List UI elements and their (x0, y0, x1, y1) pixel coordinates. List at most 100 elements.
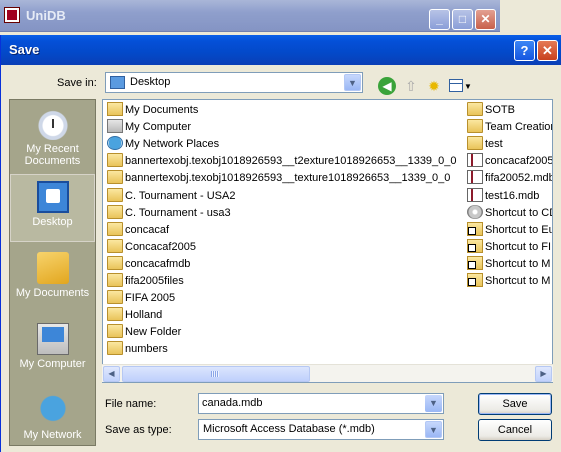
file-name-text: SOTB (485, 104, 515, 116)
place-label: My Network (23, 429, 82, 441)
folder-icon (107, 102, 123, 117)
list-item[interactable]: Shortcut to CD (467, 204, 553, 222)
list-item[interactable]: Shortcut to Eu (467, 221, 553, 239)
up-folder-icon[interactable]: ⇧ (402, 77, 420, 95)
horizontal-scrollbar[interactable]: ◀ ▶ (102, 364, 553, 382)
file-name-text: Shortcut to Eu (485, 223, 553, 236)
background-window-title: UniDB (26, 8, 66, 23)
save-as-type-value: Microsoft Access Database (*.mdb) (203, 423, 375, 435)
list-item[interactable]: concacaf2005 (467, 153, 553, 170)
list-item[interactable]: My Computer (107, 119, 191, 136)
save-in-value: Desktop (130, 76, 171, 88)
place-my-computer[interactable]: My Computer (10, 317, 95, 385)
list-item[interactable]: Shortcut to M (467, 255, 550, 273)
help-button[interactable]: ? (514, 40, 535, 61)
scroll-right-button[interactable]: ▶ (535, 366, 552, 382)
list-item[interactable]: fifa2005files (107, 273, 184, 290)
save-as-type-dropdown[interactable]: Microsoft Access Database (*.mdb) ▼ (198, 419, 444, 440)
file-name-text: Shortcut to M (485, 275, 551, 287)
list-item[interactable]: C. Tournament - USA2 (107, 187, 235, 205)
back-icon[interactable]: ◀ (378, 77, 396, 95)
database-file-icon (467, 187, 483, 202)
file-name-text: test16.mdb (485, 189, 540, 202)
scroll-left-button[interactable]: ◀ (103, 366, 120, 382)
list-item[interactable]: Shortcut to FI (467, 238, 552, 256)
place-my-documents[interactable]: My Documents (10, 246, 95, 314)
shortcut-icon (467, 273, 483, 288)
dialog-title: Save (9, 42, 40, 57)
file-name-text: My Network Places (125, 138, 220, 151)
desktop-background (500, 0, 561, 32)
place-my-network[interactable]: My Network (10, 388, 95, 452)
list-item[interactable]: Concacaf2005 (107, 238, 196, 256)
folder-icon (467, 119, 483, 134)
folder-icon (107, 290, 123, 305)
list-item[interactable]: Holland (107, 307, 162, 324)
desktop-icon (110, 76, 125, 89)
file-name-text: concacaf2005 (485, 155, 553, 168)
place-desktop[interactable]: Desktop (10, 174, 95, 242)
folder-icon (107, 187, 123, 202)
list-item[interactable]: concacafmdb (107, 255, 191, 273)
list-item[interactable]: FIFA 2005 (107, 290, 175, 307)
place-recent-documents[interactable]: My Recent Documents (10, 102, 95, 170)
file-name-text: FIFA 2005 (125, 292, 176, 305)
list-item[interactable]: numbers (107, 341, 168, 358)
shortcut-icon (467, 255, 483, 270)
file-name-value: canada.mdb (202, 397, 263, 409)
file-name-text: numbers (125, 343, 168, 356)
file-name-text: bannertexobj.texobj1018926593__texture10… (125, 172, 451, 185)
file-name-input[interactable]: canada.mdb ▼ (198, 393, 444, 414)
file-name-text: C. Tournament - usa3 (125, 206, 231, 219)
shortcut-icon (467, 221, 483, 236)
minimize-button[interactable]: _ (429, 9, 450, 30)
file-list[interactable]: My Documents My Computer My Network Places… (102, 99, 553, 383)
file-name-text: Team Creation (485, 121, 553, 134)
folder-icon (467, 136, 483, 151)
file-name-text: Shortcut to FI (485, 240, 552, 253)
list-item[interactable]: bannertexobj.texobj1018926593__t2exture1… (107, 153, 457, 170)
file-name-text: fifa20052.mdb (485, 172, 553, 185)
list-item[interactable]: My Network Places (107, 136, 219, 153)
list-item[interactable]: fifa20052.mdb (467, 170, 553, 187)
list-item[interactable]: C. Tournament - usa3 (107, 204, 231, 222)
list-item[interactable]: New Folder (107, 324, 181, 341)
close-icon: ✕ (480, 12, 491, 26)
chevron-down-icon[interactable]: ▼ (425, 395, 442, 412)
chevron-down-icon[interactable]: ▼ (425, 421, 442, 438)
file-name-text: Shortcut to CD (485, 206, 553, 219)
file-name-label: File name: (105, 398, 157, 410)
maximize-button[interactable]: □ (452, 9, 473, 30)
folder-icon (107, 324, 123, 339)
my-computer-icon (36, 323, 69, 355)
file-name-text: bannertexobj.texobj1018926593__t2exture1… (125, 155, 457, 168)
new-folder-icon[interactable]: ✹ (425, 77, 443, 95)
save-button[interactable]: Save (478, 393, 552, 415)
save-in-dropdown[interactable]: Desktop ▼ (105, 72, 363, 93)
database-file-icon (467, 153, 483, 168)
place-label: Desktop (32, 216, 73, 228)
app-icon (4, 7, 20, 23)
list-item[interactable]: test (467, 136, 503, 153)
list-item[interactable]: Team Creation (467, 119, 553, 136)
folder-icon (107, 170, 123, 185)
list-item[interactable]: test16.mdb (467, 187, 540, 205)
background-close-button[interactable]: ✕ (475, 9, 496, 30)
cancel-button[interactable]: Cancel (478, 419, 552, 441)
list-item[interactable]: bannertexobj.texobj1018926593__texture10… (107, 170, 450, 187)
folder-icon (107, 255, 123, 270)
computer-icon (107, 119, 123, 134)
file-name-text: concacafmdb (125, 257, 191, 270)
file-name-text: Concacaf2005 (125, 240, 196, 253)
file-name-text: test (485, 138, 503, 151)
chevron-down-icon[interactable]: ▼ (344, 74, 361, 91)
list-item[interactable]: My Documents (107, 102, 198, 119)
scroll-thumb[interactable] (122, 366, 310, 382)
dialog-close-button[interactable]: ✕ (537, 40, 558, 61)
list-item[interactable]: Shortcut to M (467, 273, 550, 290)
database-file-icon (467, 170, 483, 185)
list-item[interactable]: SOTB (467, 102, 515, 119)
file-name-text: fifa2005files (125, 275, 184, 287)
views-menu-icon[interactable]: ▼ (449, 77, 472, 95)
list-item[interactable]: concacaf (107, 221, 169, 239)
